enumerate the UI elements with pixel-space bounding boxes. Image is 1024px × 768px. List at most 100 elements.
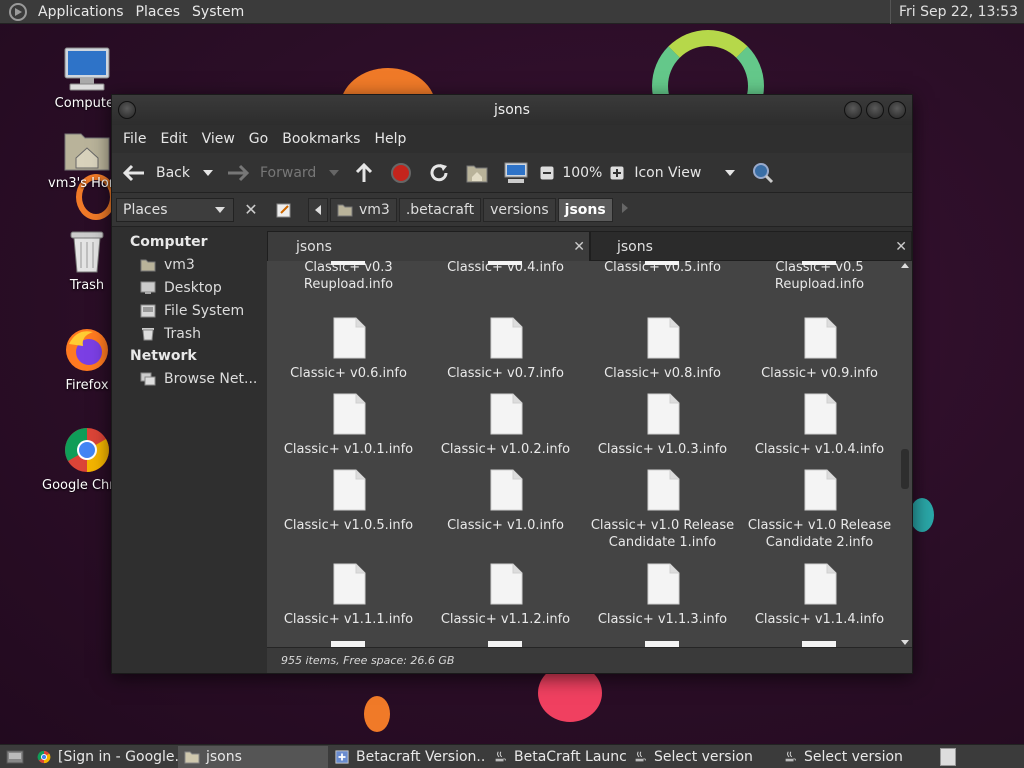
taskbar-button[interactable]: Betacraft Version...: [328, 746, 486, 768]
file-item[interactable]: Classic+ v0.8.info: [584, 317, 741, 382]
file-item[interactable]: Classic+ v0.5 Reupload.info: [741, 261, 898, 293]
computer-button[interactable]: [496, 155, 536, 191]
network-icon: [140, 372, 156, 385]
file-item[interactable]: Classic+ v1.1.4.info: [741, 563, 898, 628]
taskbar-label: jsons: [206, 748, 242, 765]
applications-menu[interactable]: Applications: [32, 0, 130, 24]
breadcrumb-scroll-left[interactable]: [308, 197, 328, 222]
task-list: [Sign in - Google... jsons Betacraft Versi…: [30, 745, 926, 768]
minimize-button[interactable]: [844, 101, 862, 119]
document-file-icon: [645, 261, 679, 265]
back-button[interactable]: Back: [112, 155, 196, 191]
file-name: Classic+ v0.5 Reupload.info: [774, 261, 865, 292]
menu-file[interactable]: File: [116, 131, 153, 147]
sidebar-item-trash[interactable]: Trash: [112, 322, 264, 345]
document-file-icon: [333, 469, 365, 511]
search-button[interactable]: [742, 155, 784, 191]
file-item[interactable]: Classic+ v1.1.1.info: [270, 563, 427, 628]
taskbar-button[interactable]: Select version: [626, 746, 776, 768]
taskbar-button[interactable]: BetaCraft Launc...: [486, 746, 626, 768]
file-item[interactable]: Classic+ v1.0 Release Candidate 1.info: [584, 469, 741, 551]
file-item[interactable]: Classic+ v1.0 Release Candidate 2.info: [741, 469, 898, 551]
stop-button[interactable]: [382, 155, 420, 191]
java-icon: [785, 751, 796, 761]
trash-icon: [142, 327, 154, 340]
document-file-icon: [804, 563, 836, 605]
document-file-icon: [647, 469, 679, 511]
file-item[interactable]: Classic+ v1.0.4.info: [741, 393, 898, 458]
close-sidebar-button[interactable]: ✕: [240, 199, 262, 221]
breadcrumb-versions[interactable]: versions: [483, 197, 556, 222]
sidebar-places-select[interactable]: Places: [116, 197, 234, 222]
sidebar-item-desktop[interactable]: Desktop: [112, 276, 264, 299]
menu-go[interactable]: Go: [242, 131, 275, 147]
close-button[interactable]: [888, 101, 906, 119]
menu-view[interactable]: View: [195, 131, 242, 147]
home-button[interactable]: [458, 155, 496, 191]
file-item[interactable]: Classic+ v0.6.info: [270, 317, 427, 382]
trash-icon: [70, 231, 104, 273]
close-tab-icon[interactable]: ✕: [895, 232, 907, 262]
file-item[interactable]: Classic+ v1.1.3.info: [584, 563, 741, 628]
breadcrumb-scroll-right[interactable]: [615, 202, 635, 217]
file-item[interactable]: Classic+ v1.0.3.info: [584, 393, 741, 458]
up-button[interactable]: [346, 155, 382, 191]
file-item[interactable]: Classic+ v1.0.info: [427, 469, 584, 534]
file-item[interactable]: Classic+ v0.9.info: [741, 317, 898, 382]
breadcrumb-betacraft[interactable]: .betacraft: [398, 197, 482, 222]
menu-edit[interactable]: Edit: [153, 131, 194, 147]
file-item[interactable]: Classic+ v1.0.1.info: [270, 393, 427, 458]
close-tab-icon[interactable]: ✕: [573, 232, 585, 262]
vertical-scrollbar[interactable]: [898, 261, 912, 647]
forward-button[interactable]: Forward: [220, 155, 322, 191]
sidebar-item-browse-network[interactable]: Browse Net...: [112, 367, 264, 390]
clock[interactable]: Fri Sep 22, 13:53: [889, 0, 1024, 24]
window-menu-button[interactable]: [118, 101, 136, 119]
zoom-in-button[interactable]: [606, 155, 628, 191]
computer-icon: [64, 47, 110, 91]
taskbar-button[interactable]: Select version: [776, 746, 926, 768]
file-item[interactable]: Classic+ v1.0.5.info: [270, 469, 427, 534]
toggle-location-entry-button[interactable]: [272, 198, 296, 222]
file-item[interactable]: Classic+ v1.0.2.info: [427, 393, 584, 458]
sidebar-item-file-system[interactable]: File System: [112, 299, 264, 322]
taskbar-button[interactable]: jsons: [178, 745, 328, 768]
breadcrumb-vm3[interactable]: vm3: [330, 197, 397, 222]
scroll-up-arrow[interactable]: [901, 263, 909, 268]
file-item[interactable]: Classic+ v1.1.2.info: [427, 563, 584, 628]
forward-history-dropdown[interactable]: [322, 155, 346, 191]
show-desktop-button[interactable]: [0, 746, 30, 768]
zoom-out-button[interactable]: [536, 155, 558, 191]
maximize-button[interactable]: [866, 101, 884, 119]
sidebar-heading-computer: Computer: [130, 234, 208, 250]
menu-bookmarks[interactable]: Bookmarks: [275, 131, 367, 147]
reload-button[interactable]: [420, 155, 458, 191]
view-mode-select[interactable]: Icon View: [628, 155, 742, 191]
forward-arrow-icon: [228, 164, 250, 181]
file-icon-view[interactable]: Classic+ v0.3 Reupload.info Classic+ v0.4…: [267, 261, 912, 647]
file-item[interactable]: Classic+ v0.7.info: [427, 317, 584, 382]
document-file-icon: [490, 317, 522, 359]
taskbar-label: [Sign in - Google...: [58, 748, 178, 765]
scrollbar-thumb[interactable]: [901, 449, 909, 489]
distro-logo-icon[interactable]: [8, 2, 28, 22]
tab-jsons-1[interactable]: jsons ✕: [267, 231, 590, 261]
home-folder-icon: [337, 204, 353, 216]
window-titlebar[interactable]: jsons: [112, 95, 912, 125]
file-item[interactable]: Classic+ v0.3 Reupload.info: [270, 261, 427, 293]
workspace-switcher[interactable]: [940, 748, 956, 766]
menu-help[interactable]: Help: [367, 131, 413, 147]
taskbar-label: BetaCraft Launc...: [514, 748, 626, 765]
taskbar-button[interactable]: [Sign in - Google...: [30, 746, 178, 768]
scroll-down-arrow[interactable]: [901, 640, 909, 645]
sidebar-item-vm3[interactable]: vm3: [112, 253, 264, 276]
show-desktop-icon: [6, 750, 24, 763]
breadcrumb-jsons[interactable]: jsons: [557, 197, 613, 222]
back-history-dropdown[interactable]: [196, 155, 220, 191]
places-menu[interactable]: Places: [130, 0, 187, 24]
document-file-icon: [802, 261, 836, 265]
taskbar-label: Betacraft Version...: [356, 748, 486, 765]
chevron-right-icon: [621, 203, 628, 213]
tab-jsons-2[interactable]: jsons ✕: [590, 231, 912, 261]
system-menu[interactable]: System: [186, 0, 250, 24]
